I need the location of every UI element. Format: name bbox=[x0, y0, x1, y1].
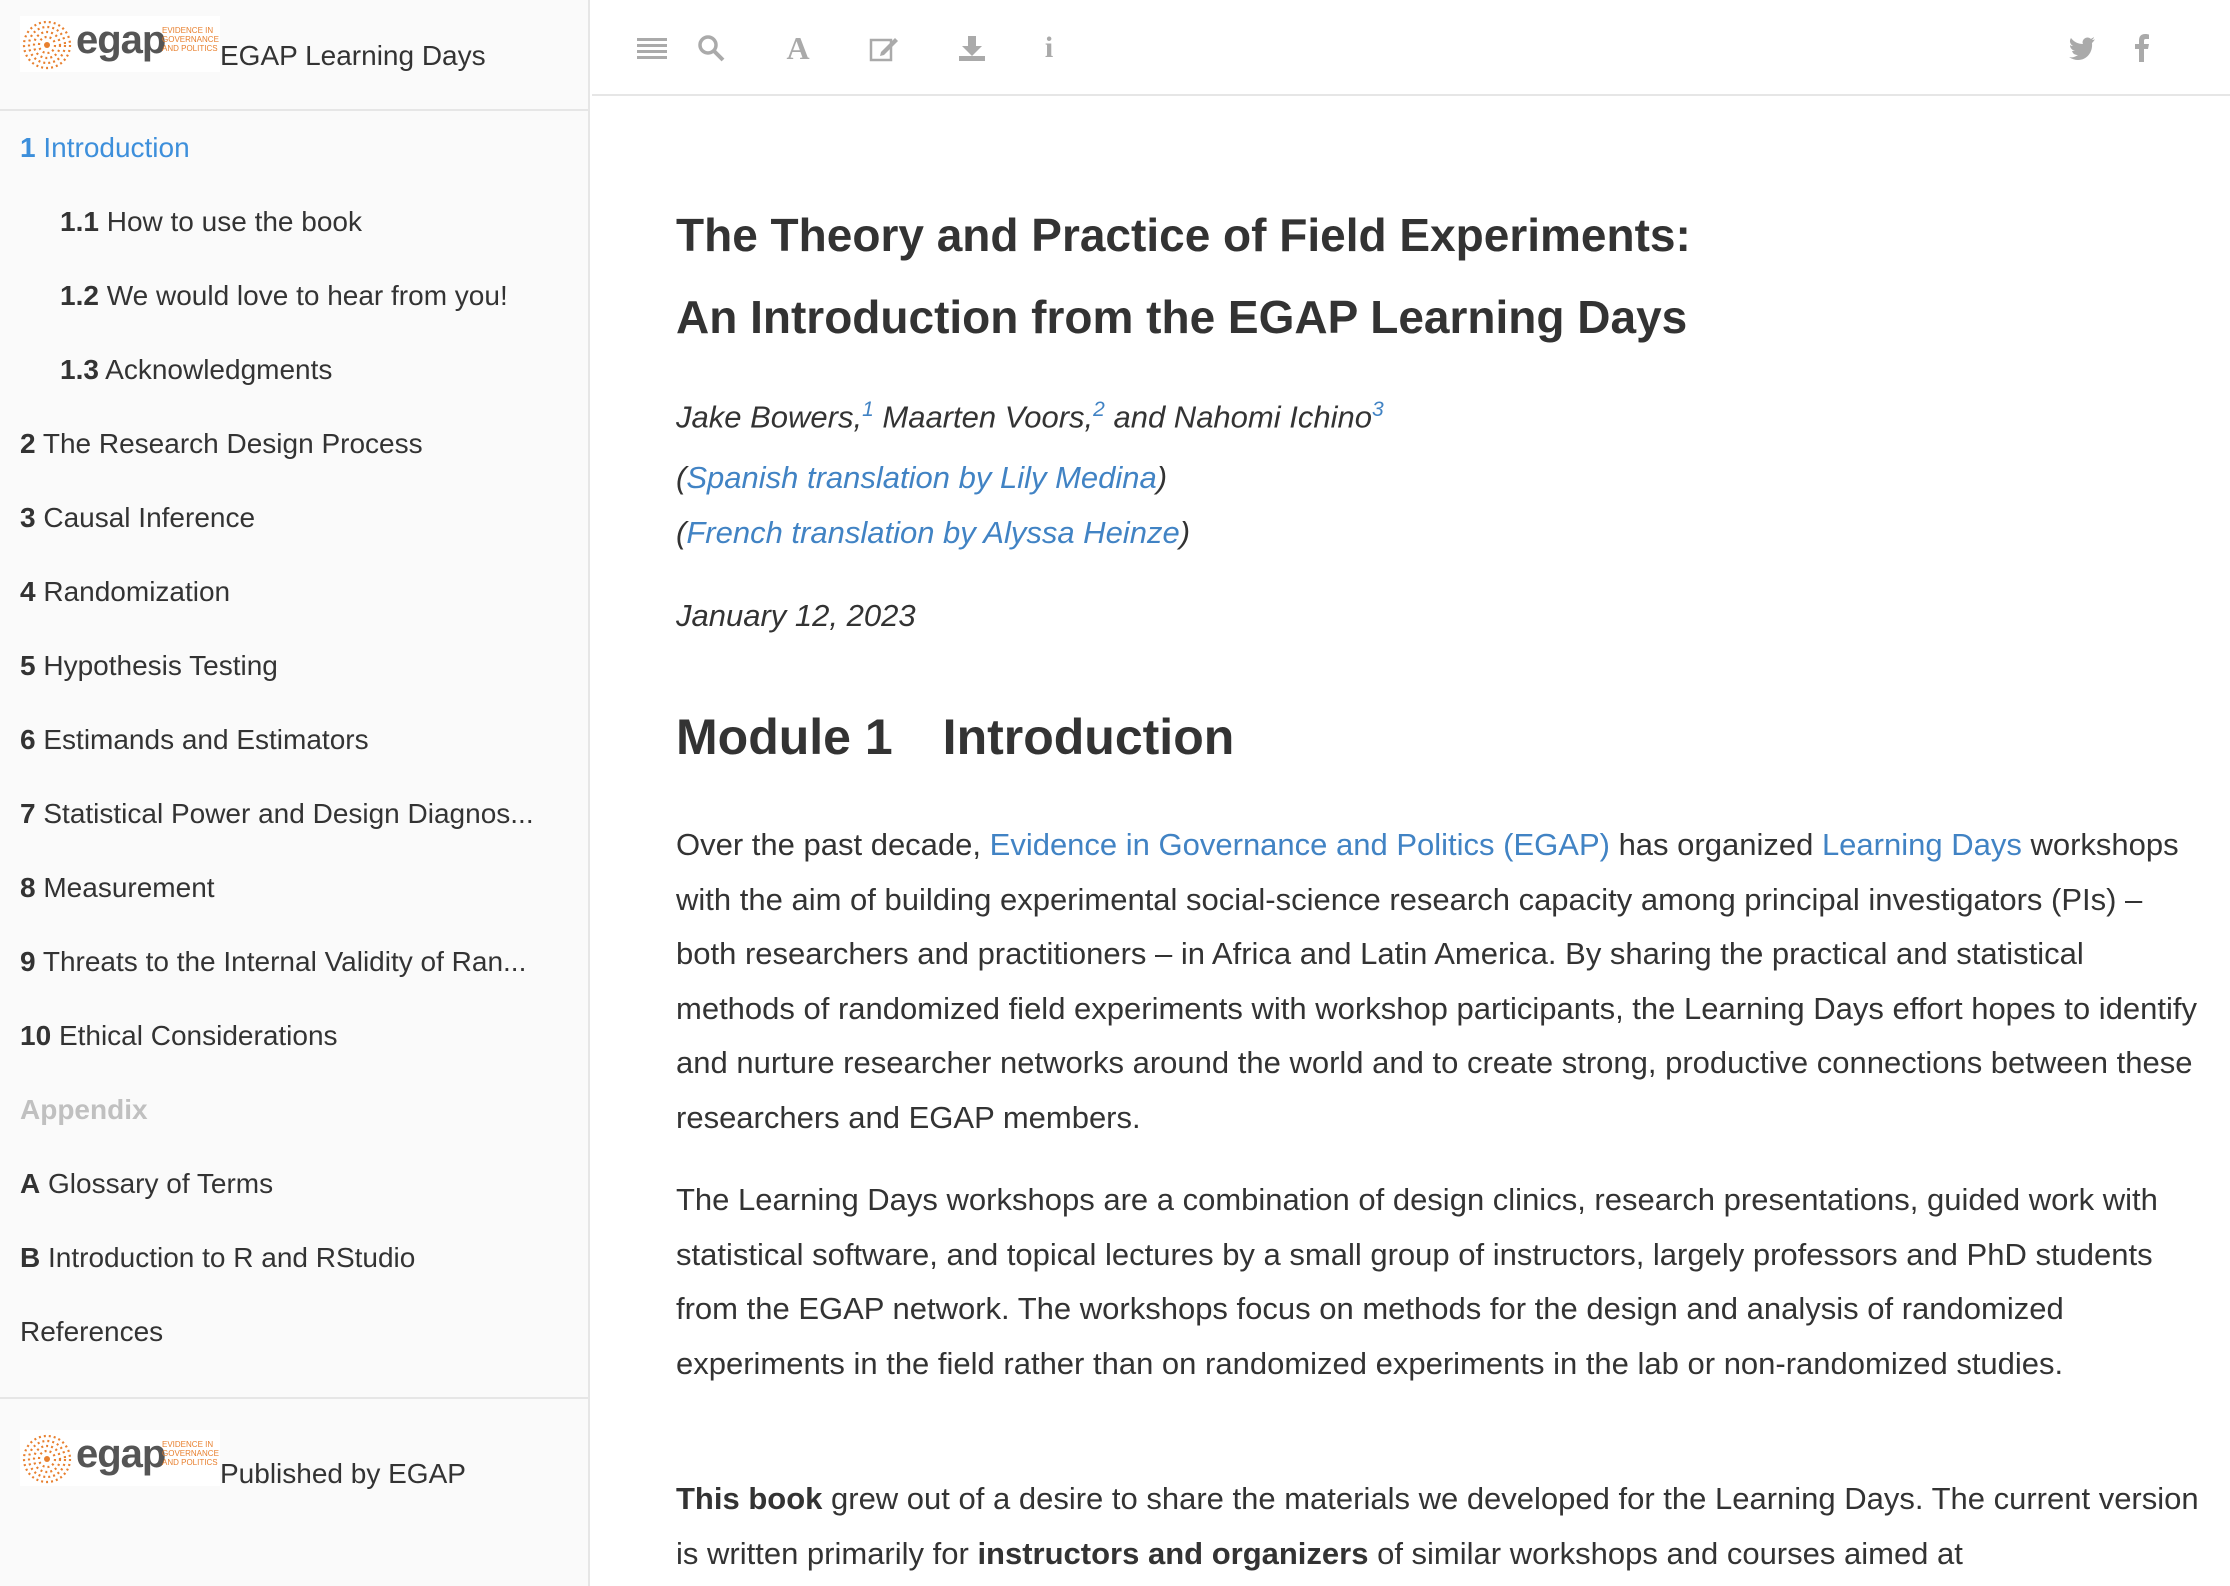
spanish-translation-line: (Spanish translation by Lily Medina) bbox=[676, 460, 1168, 495]
menu-icon[interactable] bbox=[632, 28, 672, 68]
toc-item-number: 9 bbox=[20, 946, 36, 977]
paragraph-text: Over the past decade, bbox=[676, 827, 990, 862]
egap-link[interactable]: Evidence in Governance and Politics (EGA… bbox=[990, 827, 1610, 862]
toc-item-number: 2 bbox=[20, 428, 36, 459]
bold-phrase: This book bbox=[676, 1481, 823, 1516]
toc-item[interactable]: 5 Hypothesis Testing bbox=[0, 629, 588, 703]
toc-item-label: We would love to hear from you! bbox=[106, 280, 508, 311]
toc-item-label: Introduction to R and RStudio bbox=[48, 1242, 416, 1273]
toc-item-number: 1 bbox=[20, 132, 36, 163]
egap-logo: egap EVIDENCE IN GOVERNANCE AND POLITICS bbox=[20, 16, 220, 72]
toolbar: A i bbox=[592, 0, 2230, 96]
toc-item[interactable]: 8 Measurement bbox=[0, 851, 588, 925]
toc-item-label: Measurement bbox=[43, 872, 215, 903]
toc-item-label: Statistical Power and Design Diagnos... bbox=[43, 798, 534, 829]
logo-wordmark: egap bbox=[76, 18, 166, 62]
logo-wordmark: egap bbox=[76, 1432, 166, 1476]
toc-item[interactable]: 1 Introduction bbox=[0, 111, 588, 185]
author-name: and Nahomi Ichino bbox=[1104, 399, 1372, 435]
sidebar: egap EVIDENCE IN GOVERNANCE AND POLITICS… bbox=[0, 0, 590, 1586]
toc-item-number: B bbox=[20, 1242, 41, 1273]
toc-item-number: 1.2 bbox=[60, 280, 99, 311]
toc-item-number: 1.1 bbox=[60, 206, 99, 237]
toc-item-number: 6 bbox=[20, 724, 36, 755]
intro-paragraph-3: This book grew out of a desire to share … bbox=[676, 1472, 2206, 1581]
egap-logo-footer: egap EVIDENCE IN GOVERNANCE AND POLITICS bbox=[20, 1430, 220, 1486]
edit-icon[interactable] bbox=[864, 28, 904, 68]
toc-item[interactable]: 1.1 How to use the book bbox=[0, 185, 588, 259]
toc-item-label: Randomization bbox=[43, 576, 231, 607]
intro-paragraph-1: Over the past decade, Evidence in Govern… bbox=[676, 818, 2206, 1145]
toc-item-label: Estimands and Estimators bbox=[43, 724, 369, 755]
sun-icon bbox=[22, 20, 72, 70]
info-icon[interactable]: i bbox=[1029, 28, 1069, 68]
sidebar-header[interactable]: egap EVIDENCE IN GOVERNANCE AND POLITICS… bbox=[0, 0, 588, 111]
published-label[interactable]: Published by EGAP bbox=[220, 1458, 466, 1490]
font-icon[interactable]: A bbox=[778, 28, 818, 68]
toc-item: Appendix bbox=[0, 1073, 588, 1147]
author-footnote-link[interactable]: 1 bbox=[862, 398, 874, 421]
toc-item[interactable]: 1.3 Acknowledgments bbox=[0, 333, 588, 407]
toc-item-label: Glossary of Terms bbox=[48, 1168, 274, 1199]
toc-item-number: 8 bbox=[20, 872, 36, 903]
author-footnote-link[interactable]: 2 bbox=[1093, 398, 1105, 421]
paragraph-text: workshops with the aim of building exper… bbox=[676, 827, 2197, 1135]
book-title-line2: An Introduction from the EGAP Learning D… bbox=[676, 291, 1688, 343]
facebook-icon[interactable] bbox=[2122, 28, 2162, 68]
toc-item[interactable]: 3 Causal Inference bbox=[0, 481, 588, 555]
logo-tagline: EVIDENCE IN GOVERNANCE AND POLITICS bbox=[162, 26, 219, 53]
toc-item-label: Ethical Considerations bbox=[58, 1020, 338, 1051]
toc-item[interactable]: References bbox=[0, 1295, 588, 1369]
sidebar-divider bbox=[0, 1397, 588, 1399]
toc-item-label: Causal Inference bbox=[43, 502, 256, 533]
published-by[interactable]: egap EVIDENCE IN GOVERNANCE AND POLITICS… bbox=[0, 1400, 588, 1520]
twitter-icon[interactable] bbox=[2062, 28, 2102, 68]
book-title-line1: The Theory and Practice of Field Experim… bbox=[676, 209, 1691, 261]
toc-item[interactable]: 2 The Research Design Process bbox=[0, 407, 588, 481]
toc-item[interactable]: 9 Threats to the Internal Validity of Ra… bbox=[0, 925, 588, 999]
toc-item-label: Introduction bbox=[43, 132, 190, 163]
module-heading: Module 1 Introduction bbox=[676, 709, 1235, 765]
toc-item-number: 10 bbox=[20, 1020, 52, 1051]
toc-item-number: 1.3 bbox=[60, 354, 99, 385]
learning-days-link[interactable]: Learning Days bbox=[1822, 827, 2022, 862]
author-footnote-link[interactable]: 3 bbox=[1372, 398, 1384, 421]
french-translation-link[interactable]: French translation by Alyssa Heinze bbox=[686, 515, 1179, 550]
toc-item-label: Threats to the Internal Validity of Ran.… bbox=[42, 946, 527, 977]
toc-item-label: The Research Design Process bbox=[42, 428, 423, 459]
brand-title[interactable]: EGAP Learning Days bbox=[220, 40, 486, 72]
toc-item[interactable]: 7 Statistical Power and Design Diagnos..… bbox=[0, 777, 588, 851]
toc-item-number: A bbox=[20, 1168, 41, 1199]
toc-item-label: Acknowledgments bbox=[105, 354, 333, 385]
toc-item-label: How to use the book bbox=[106, 206, 362, 237]
publication-date: January 12, 2023 bbox=[676, 598, 916, 633]
toc-item-number: 7 bbox=[20, 798, 36, 829]
spanish-translation-link[interactable]: Spanish translation by Lily Medina bbox=[686, 460, 1156, 495]
search-icon[interactable] bbox=[691, 28, 731, 68]
intro-paragraph-2: The Learning Days workshops are a combin… bbox=[676, 1182, 2158, 1381]
toc-item-label: Hypothesis Testing bbox=[43, 650, 278, 681]
toc-item-number: 5 bbox=[20, 650, 36, 681]
toc-item[interactable]: A Glossary of Terms bbox=[0, 1147, 588, 1221]
toc-item[interactable]: 10 Ethical Considerations bbox=[0, 999, 588, 1073]
toc-item[interactable]: 4 Randomization bbox=[0, 555, 588, 629]
author-name: Maarten Voors, bbox=[873, 399, 1094, 435]
paragraph-text: has organized bbox=[1609, 827, 1822, 862]
paragraph-text: of similar workshops and courses aimed a… bbox=[1368, 1535, 1963, 1571]
toc-item-label: References bbox=[20, 1316, 164, 1347]
toc-item-number: 3 bbox=[20, 502, 36, 533]
authors: Jake Bowers,1 Maarten Voors,2 and Nahomi… bbox=[676, 398, 1384, 435]
download-icon[interactable] bbox=[952, 28, 992, 68]
toc-item-number: 4 bbox=[20, 576, 36, 607]
toc-item-label: Appendix bbox=[20, 1094, 148, 1125]
french-translation-line: (French translation by Alyssa Heinze) bbox=[676, 515, 1191, 550]
toc-item[interactable]: B Introduction to R and RStudio bbox=[0, 1221, 588, 1295]
toc-item[interactable]: 6 Estimands and Estimators bbox=[0, 703, 588, 777]
sun-icon bbox=[22, 1434, 72, 1484]
author-name: Jake Bowers, bbox=[676, 399, 863, 435]
bold-phrase: instructors and organizers bbox=[977, 1535, 1369, 1571]
logo-tagline: EVIDENCE IN GOVERNANCE AND POLITICS bbox=[162, 1440, 219, 1467]
toc-item[interactable]: 1.2 We would love to hear from you! bbox=[0, 259, 588, 333]
